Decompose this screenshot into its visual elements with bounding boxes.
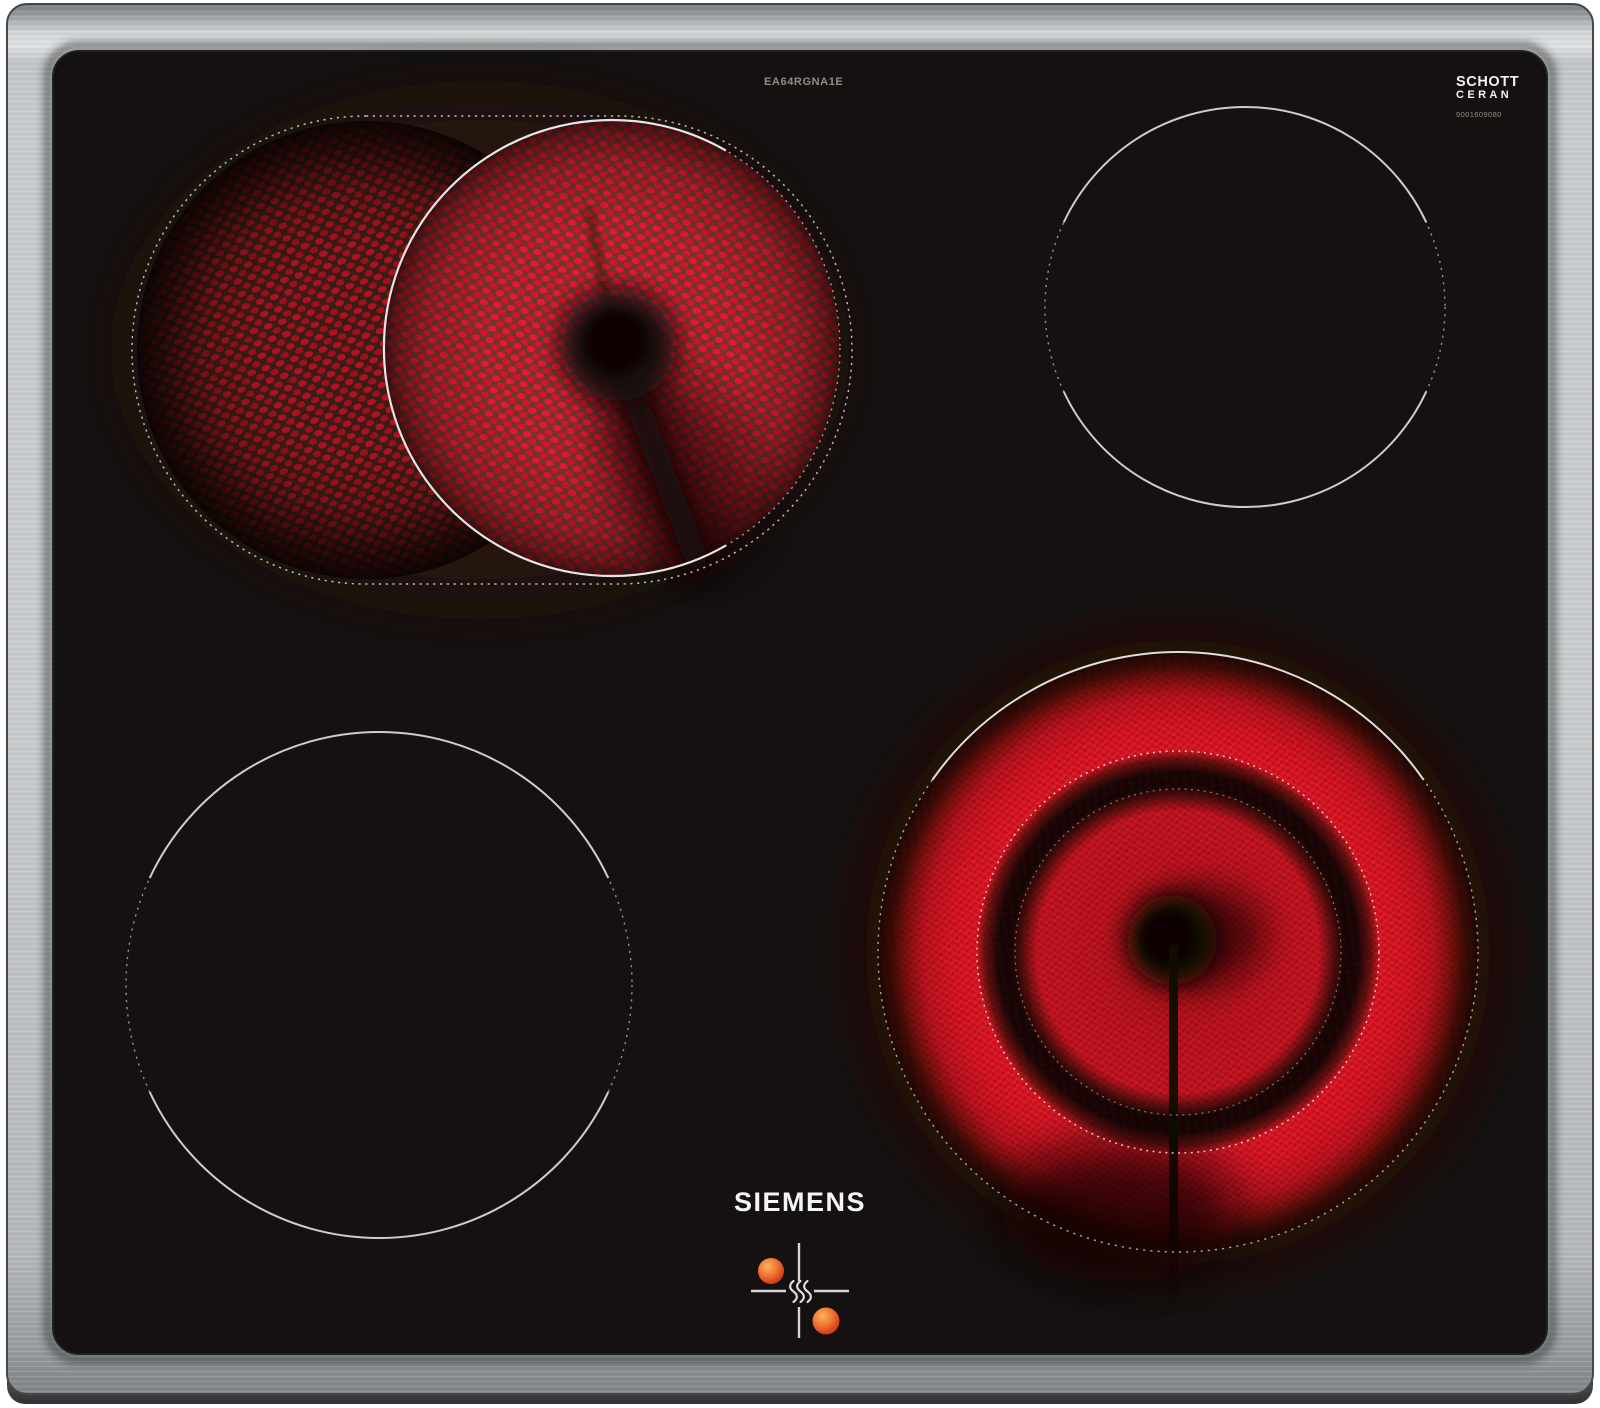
schott-ceran-logo: SCHOTT CERAN 9001609080 — [1456, 74, 1520, 119]
model-number: EA64RGNA1E — [764, 76, 844, 88]
schott-logo-text: SCHOTT — [1456, 74, 1520, 90]
bottom-shadow — [1000, 1142, 1240, 1282]
brand-logo: SIEMENS — [733, 1187, 867, 1217]
hot-surface-dot-icon — [812, 1307, 840, 1335]
temperature-sensor-core — [586, 312, 646, 372]
ceran-logo-text: CERAN — [1456, 89, 1513, 102]
hot-surface-dot-icon — [758, 1258, 784, 1284]
siemens-hob-product-photo: EA64RGNA1E SCHOTT CERAN 9001609080 SIEME… — [0, 0, 1600, 1408]
zone-back-left-on — [130, 100, 853, 600]
serial-number: 9001609080 — [1456, 109, 1502, 119]
